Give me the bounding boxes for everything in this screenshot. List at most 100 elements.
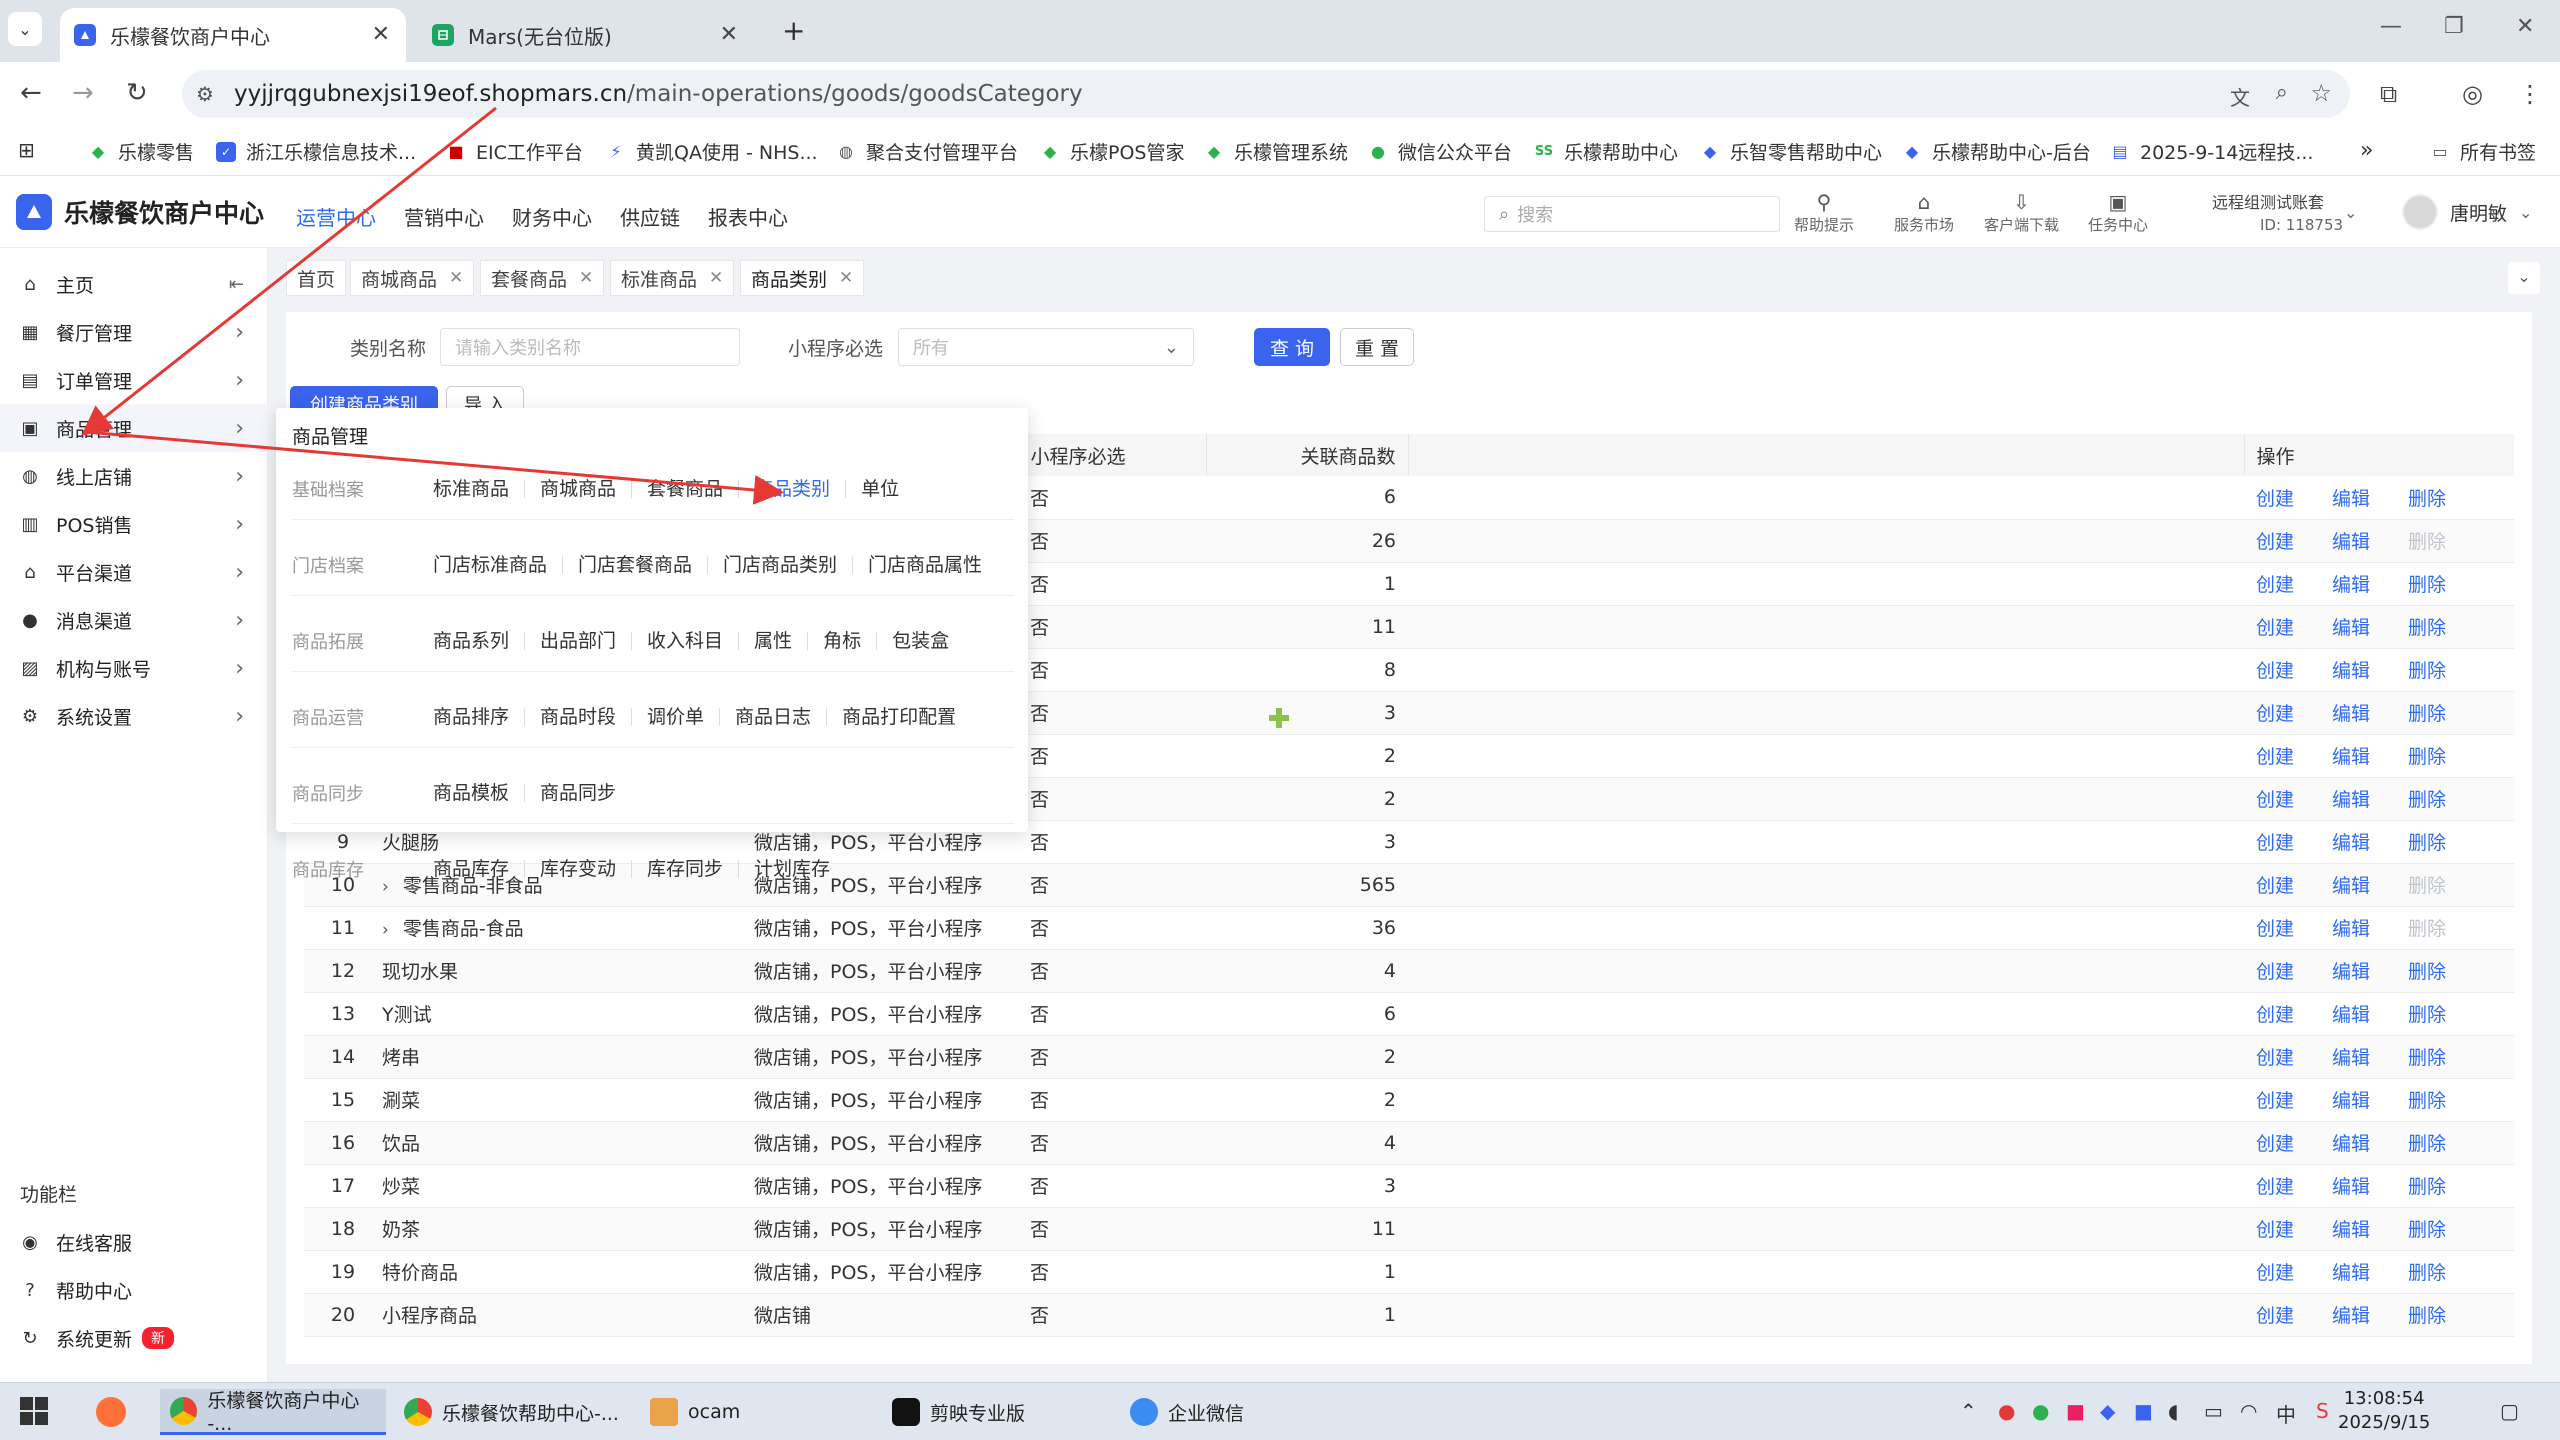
topnav-operations[interactable]: 运营中心 [296,202,376,231]
taskbar-app-help[interactable]: 乐檬餐饮帮助中心-... [404,1389,630,1435]
row-create-link[interactable]: 创建 [2256,746,2294,768]
topnav-marketing[interactable]: 营销中心 [404,202,484,231]
header-search-input[interactable]: ⌕ 搜索 [1484,196,1780,232]
reload-icon[interactable]: ↻ [126,80,148,106]
row-edit-link[interactable]: 编辑 [2332,875,2370,897]
row-edit-link[interactable]: 编辑 [2332,746,2370,768]
bookmark-item[interactable]: SS 乐檬帮助中心 [1534,138,1678,165]
back-icon[interactable]: ← [20,80,42,106]
row-edit-link[interactable]: 编辑 [2332,574,2370,596]
firefox-icon[interactable] [96,1397,126,1427]
close-icon[interactable]: ✕ [449,268,463,288]
volume-icon[interactable]: ◖ [2168,1399,2179,1423]
row-edit-link[interactable]: 编辑 [2332,617,2370,639]
row-delete-link[interactable]: 删除 [2408,789,2446,811]
taskbar-app-ocam[interactable]: ocam [650,1389,790,1435]
menu-item[interactable]: 单位 [846,479,914,498]
row-create-link[interactable]: 创建 [2256,875,2294,897]
row-create-link[interactable]: 创建 [2256,1262,2294,1284]
topnav-finance[interactable]: 财务中心 [512,202,592,231]
row-create-link[interactable]: 创建 [2256,832,2294,854]
row-edit-link[interactable]: 编辑 [2332,531,2370,553]
row-delete-link[interactable]: 删除 [2408,617,2446,639]
row-delete-link[interactable]: 删除 [2408,574,2446,596]
row-delete-link[interactable]: 删除 [2408,832,2446,854]
user-menu[interactable]: 唐明敏 ⌄ [2402,194,2532,230]
profile-icon[interactable]: ◎ [2462,80,2483,108]
menu-item[interactable]: 属性 [739,631,809,650]
mini-required-select[interactable]: 所有 ⌄ [898,328,1194,366]
row-edit-link[interactable]: 编辑 [2332,832,2370,854]
more-bookmarks-icon[interactable]: » [2360,138,2373,163]
close-tab-icon[interactable]: ✕ [720,22,738,47]
forward-icon[interactable]: → [72,80,94,106]
row-create-link[interactable]: 创建 [2256,1133,2294,1155]
menu-item[interactable]: 商品时段 [525,707,633,726]
page-tab-combo-goods[interactable]: 套餐商品 ✕ [480,260,605,296]
menu-item[interactable]: 角标 [808,631,878,650]
online-service-link[interactable]: ◉ 在线客服 [0,1218,268,1266]
row-edit-link[interactable]: 编辑 [2332,1176,2370,1198]
task-center-button[interactable]: ▣ 任务中心 [2088,190,2148,235]
row-delete-link[interactable]: 删除 [2408,703,2446,725]
menu-item[interactable]: 库存同步 [632,860,740,879]
bookmark-item[interactable]: ✓ 浙江乐檬信息技术... [216,138,416,165]
row-edit-link[interactable]: 编辑 [2332,1219,2370,1241]
topnav-reports[interactable]: 报表中心 [708,202,788,231]
tray-app-icon[interactable]: ■ [2066,1399,2085,1423]
collapse-sidebar-icon[interactable]: ⇤ [229,274,244,295]
url-bar[interactable]: ⚙ yyjjrqgubnexjsi19eof.shopmars.cn/main-… [182,70,2350,118]
row-delete-link[interactable]: 删除 [2408,1133,2446,1155]
minimize-icon[interactable]: — [2380,14,2402,39]
menu-item[interactable]: 调价单 [632,707,721,726]
sidebar-item-orders[interactable]: ▤ 订单管理 › [0,356,268,404]
row-create-link[interactable]: 创建 [2256,660,2294,682]
menu-item[interactable]: 出品部门 [525,631,633,650]
row-delete-link[interactable]: 删除 [2408,1090,2446,1112]
row-delete-link[interactable]: 删除 [2408,746,2446,768]
sidebar-item-goods[interactable]: ▣ 商品管理 › [0,404,268,452]
bookmark-item[interactable]: ◆ 乐智零售帮助中心 [1700,138,1882,165]
reset-button[interactable]: 重 置 [1340,328,1414,366]
row-edit-link[interactable]: 编辑 [2332,1047,2370,1069]
sidebar-item-message[interactable]: ● 消息渠道 › [0,596,268,644]
help-tips-button[interactable]: ⚲ 帮助提示 [1794,190,1854,235]
tray-app-icon[interactable]: ◆ [2100,1399,2115,1423]
bookmark-item[interactable]: ▤ 2025-9-14远程技... [2110,138,2313,165]
bookmark-item[interactable]: ◆ 乐檬管理系统 [1204,138,1348,165]
row-create-link[interactable]: 创建 [2256,488,2294,510]
row-delete-link[interactable]: 删除 [2408,1047,2446,1069]
row-create-link[interactable]: 创建 [2256,1219,2294,1241]
row-create-link[interactable]: 创建 [2256,1090,2294,1112]
page-tab-home[interactable]: 首页 [286,260,347,296]
bookmark-item[interactable]: ⚡ 黄凯QA使用 - NHS... [606,138,817,165]
menu-item[interactable]: 商城商品 [525,479,633,498]
row-delete-link[interactable]: 删除 [2408,1219,2446,1241]
menu-item[interactable]: 标准商品 [418,479,526,498]
menu-item[interactable]: 商品同步 [525,783,631,802]
row-create-link[interactable]: 创建 [2256,789,2294,811]
expand-row-icon[interactable]: › [382,920,389,940]
battery-icon[interactable]: ▭ [2204,1399,2223,1423]
service-market-button[interactable]: ⌂ 服务市场 [1894,190,1954,235]
tabs-dropdown-button[interactable]: ⌄ [2508,262,2540,294]
apps-grid-icon[interactable]: ⊞ [18,138,35,162]
menu-item[interactable]: 计划库存 [739,860,845,879]
new-tab-button[interactable]: + [782,14,805,47]
browser-tab-merchant[interactable]: 乐檬餐饮商户中心 ✕ [60,8,406,62]
menu-item[interactable]: 库存变动 [525,860,633,879]
menu-item[interactable]: 商品模板 [418,783,526,802]
row-create-link[interactable]: 创建 [2256,1305,2294,1327]
browser-tab-mars[interactable]: Mars(无台位版) ✕ [418,8,754,62]
category-name-input[interactable]: 请输入类别名称 [440,328,740,366]
close-icon[interactable]: ✕ [839,268,853,288]
sidebar-item-platform[interactable]: ⌂ 平台渠道 › [0,548,268,596]
help-center-link[interactable]: ? 帮助中心 [0,1266,268,1314]
taskbar-app-merchant[interactable]: 乐檬餐饮商户中心 -... [160,1389,386,1435]
row-delete-link[interactable]: 删除 [2408,1176,2446,1198]
menu-item[interactable]: 商品日志 [720,707,828,726]
row-edit-link[interactable]: 编辑 [2332,1262,2370,1284]
row-edit-link[interactable]: 编辑 [2332,1090,2370,1112]
sidebar-item-online-store[interactable]: ◍ 线上店铺 › [0,452,268,500]
row-create-link[interactable]: 创建 [2256,703,2294,725]
